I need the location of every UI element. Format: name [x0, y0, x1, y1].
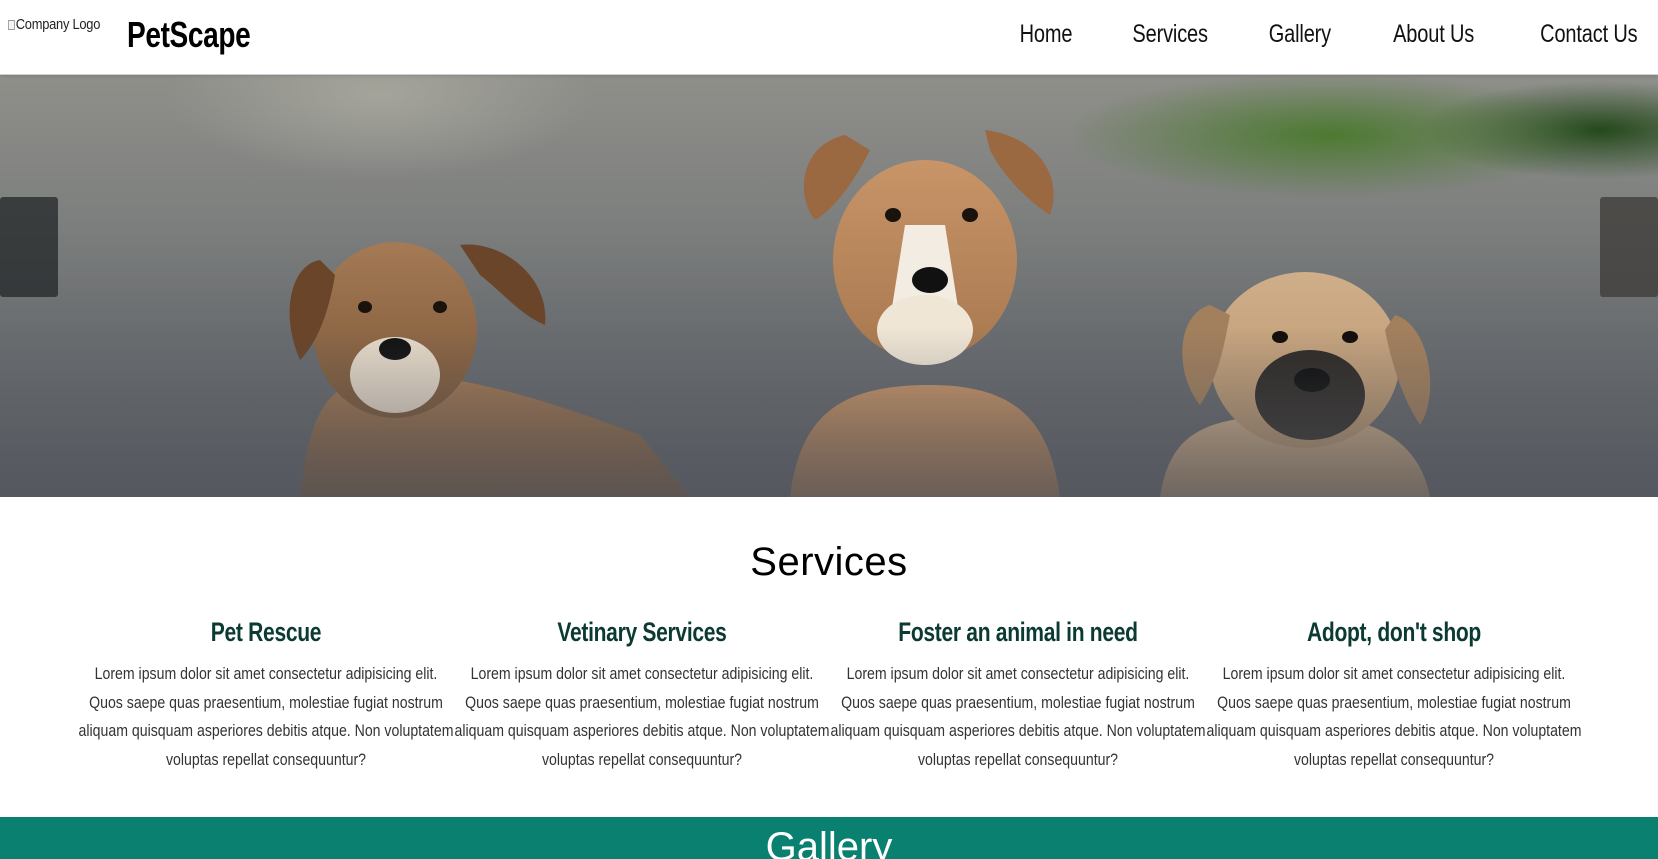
company-logo-alt-text: Company Logo	[15, 16, 101, 33]
service-card-title: Pet Rescue	[210, 617, 322, 647]
carousel-prev-button[interactable]	[0, 197, 58, 297]
nav-link-gallery[interactable]: Gallery	[1269, 20, 1331, 49]
nav-link-about-us[interactable]: About Us	[1393, 20, 1474, 49]
service-card-title: Foster an animal in need	[898, 617, 1138, 647]
service-card-text: Lorem ipsum dolor sit amet consectetur a…	[830, 664, 1206, 769]
service-card-text: Lorem ipsum dolor sit amet consectetur a…	[78, 664, 454, 769]
gallery-section: Gallery	[0, 817, 1658, 859]
service-card-text: Lorem ipsum dolor sit amet consectetur a…	[454, 664, 830, 769]
main-nav: Home Services Gallery About Us Contact U…	[969, 20, 1650, 49]
services-heading: Services	[750, 540, 908, 584]
service-card-title: Vetinary Services	[557, 617, 727, 647]
services-list: Pet Rescue Lorem ipsum dolor sit amet co…	[78, 617, 1582, 774]
service-card-pet-rescue: Pet Rescue Lorem ipsum dolor sit amet co…	[78, 617, 454, 774]
service-card-foster: Foster an animal in need Lorem ipsum dol…	[830, 617, 1206, 774]
hero-ground-shadow	[0, 327, 1658, 497]
service-card-text: Lorem ipsum dolor sit amet consectetur a…	[1206, 664, 1582, 769]
brand-name[interactable]: PetScape	[127, 14, 251, 56]
carousel-next-button[interactable]	[1600, 197, 1658, 297]
hero-carousel	[0, 75, 1658, 497]
service-card-vetinary: Vetinary Services Lorem ipsum dolor sit …	[454, 617, 830, 774]
service-card-title: Adopt, don't shop	[1307, 617, 1481, 647]
gallery-heading: Gallery	[765, 825, 893, 859]
nav-link-contact-us[interactable]: Contact Us	[1540, 20, 1637, 49]
nav-link-home[interactable]: Home	[1020, 20, 1073, 49]
broken-image-icon	[8, 20, 15, 30]
service-card-adopt: Adopt, don't shop Lorem ipsum dolor sit …	[1206, 617, 1582, 774]
nav-link-services[interactable]: Services	[1132, 20, 1208, 49]
site-header: Company Logo PetScape Home Services Gall…	[0, 0, 1658, 75]
company-logo-image[interactable]: Company Logo	[8, 16, 100, 33]
